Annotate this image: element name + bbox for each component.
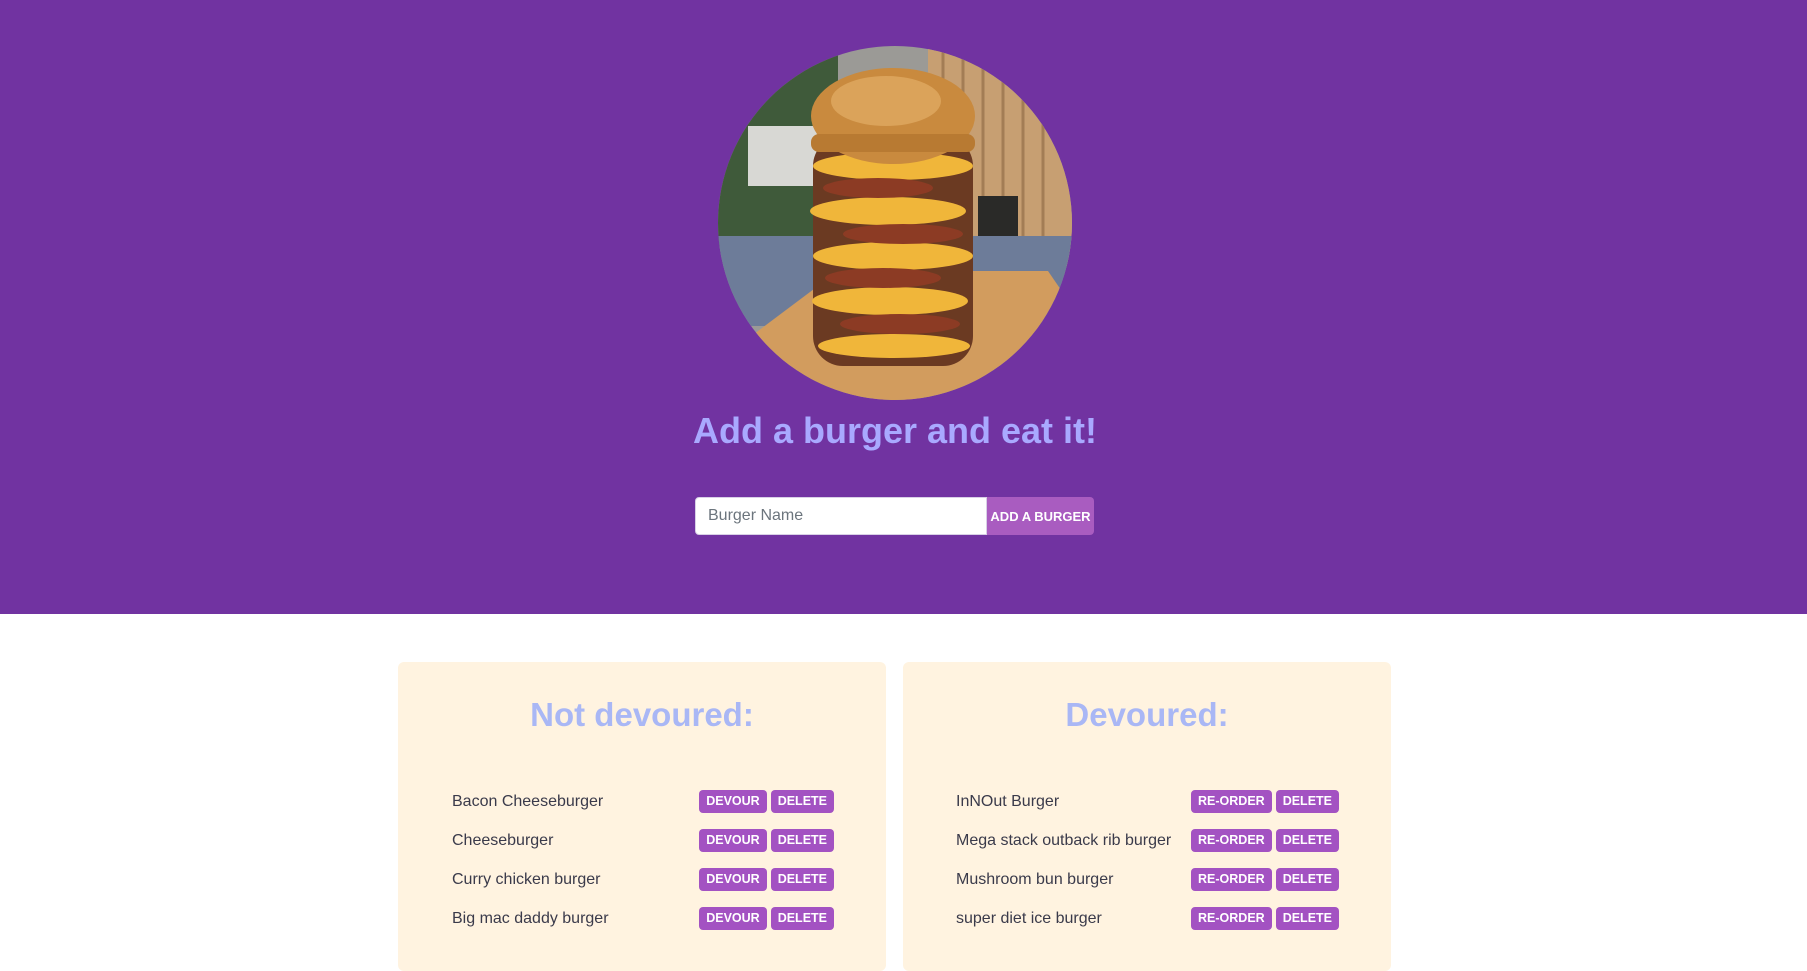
delete-button[interactable]: DELETE [770,790,834,813]
list-item: Bacon Cheeseburger DEVOUR DELETE [452,782,834,821]
burger-stack-photo [718,46,1072,400]
not-devoured-title: Not devoured: [530,696,754,733]
burger-name: Mushroom bun burger [956,870,1114,888]
list-item: Cheeseburger DEVOUR DELETE [452,821,834,860]
hero-header: Add a burger and eat it! ADD A BURGER [0,0,1807,614]
list-item: Curry chicken burger DEVOUR DELETE [452,860,834,899]
delete-button[interactable]: DELETE [1275,790,1339,813]
reorder-button[interactable]: RE-ORDER [1191,829,1272,852]
burger-name: super diet ice burger [956,909,1102,927]
delete-button[interactable]: DELETE [770,907,834,930]
delete-button[interactable]: DELETE [1275,868,1339,891]
reorder-button[interactable]: RE-ORDER [1191,790,1272,813]
delete-button[interactable]: DELETE [1275,829,1339,852]
add-burger-form: ADD A BURGER [695,497,1094,535]
devoured-panel: Devoured: InNOut Burger RE-ORDER DELETE M… [903,662,1391,971]
page-headline: Add a burger and eat it! [692,410,1098,451]
burger-name-input[interactable] [695,497,987,535]
devoured-list: InNOut Burger RE-ORDER DELETE Mega stack … [956,782,1339,938]
burger-name: Curry chicken burger [452,870,601,888]
list-item: InNOut Burger RE-ORDER DELETE [956,782,1339,821]
reorder-button[interactable]: RE-ORDER [1191,868,1272,891]
burger-name: Cheeseburger [452,831,554,849]
burger-name: Big mac daddy burger [452,909,609,927]
delete-button[interactable]: DELETE [770,829,834,852]
devour-button[interactable]: DEVOUR [699,907,767,930]
burger-name: Mega stack outback rib burger [956,831,1172,849]
burger-name: InNOut Burger [956,792,1060,810]
list-item: Mushroom bun burger RE-ORDER DELETE [956,860,1339,899]
add-burger-button[interactable]: ADD A BURGER [987,497,1094,535]
not-devoured-panel: Not devoured: Bacon Cheeseburger DEVOUR D… [398,662,886,971]
devoured-title: Devoured: [1065,696,1229,733]
burger-name: Bacon Cheeseburger [452,792,604,810]
devour-button[interactable]: DEVOUR [699,868,767,891]
list-item: super diet ice burger RE-ORDER DELETE [956,899,1339,938]
reorder-button[interactable]: RE-ORDER [1191,907,1272,930]
list-item: Mega stack outback rib burger RE-ORDER DE… [956,821,1339,860]
devour-button[interactable]: DEVOUR [699,790,767,813]
delete-button[interactable]: DELETE [1275,907,1339,930]
list-item: Big mac daddy burger DEVOUR DELETE [452,899,834,938]
not-devoured-list: Bacon Cheeseburger DEVOUR DELETE Cheesebu… [452,782,834,938]
devour-button[interactable]: DEVOUR [699,829,767,852]
delete-button[interactable]: DELETE [770,868,834,891]
